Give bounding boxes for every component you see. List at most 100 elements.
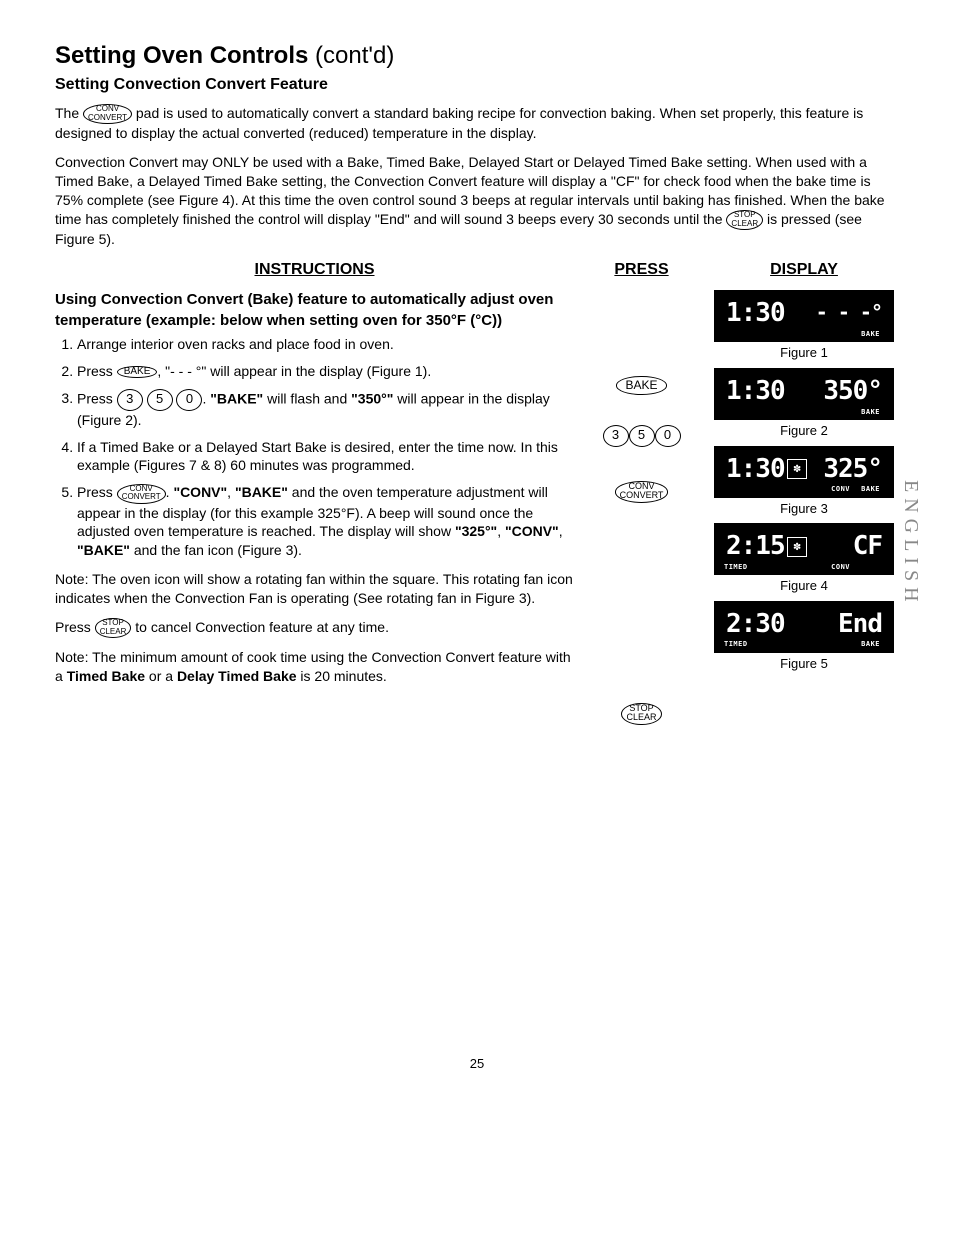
press-stop-bot: CLEAR (626, 712, 656, 722)
section-subtitle: Setting Convection Convert Feature (55, 74, 899, 96)
fig1-right: - - -° (816, 299, 882, 326)
press-digit-5-icon: 5 (629, 425, 655, 447)
fan-icon: ✽ (787, 459, 807, 479)
bake-pad-icon: BAKE (117, 366, 158, 379)
intro-paragraph: The CONVCONVERT pad is used to automatic… (55, 104, 899, 143)
fig3-caption: Figure 3 (709, 500, 899, 518)
fig4-timed-label: TIMED (724, 563, 748, 572)
fig1-caption: Figure 1 (709, 344, 899, 362)
fig1-bake-label: BAKE (861, 330, 880, 339)
step5-post2: and the fan icon (Figure 3). (130, 542, 302, 558)
fig2-right: 350° (823, 374, 882, 409)
display-figure-2: 1:30 350° BAKE (714, 368, 894, 420)
intro-pre: The (55, 105, 83, 121)
stop-clear-press-icon: STOPCLEAR (621, 703, 661, 725)
usage-paragraph: Convection Convert may ONLY be used with… (55, 153, 899, 249)
note2-post: is 20 minutes. (297, 668, 387, 684)
stop-clear-pad-icon: STOPCLEAR (726, 210, 763, 230)
conv-convert-pad-icon-2: CONVCONVERT (117, 484, 166, 504)
press-stop-group: STOPCLEAR (594, 703, 689, 725)
step-2: Press BAKE, "- - - °" will appear in the… (77, 362, 574, 381)
step-3: Press 3 5 0. "BAKE" will flash and "350°… (77, 389, 574, 430)
fig5-timed-label: TIMED (724, 640, 748, 649)
note2-mid: or a (145, 668, 177, 684)
pad-conv-bot-2: CONVERT (122, 492, 161, 501)
fig3-right: 325° (823, 452, 882, 487)
press-digit-0-icon: 0 (655, 425, 681, 447)
fig4-conv-label: CONV (831, 563, 850, 572)
press-digit-3-icon: 3 (603, 425, 629, 447)
english-side-label: ENGLISH (897, 480, 924, 608)
fig5-bake-label: BAKE (861, 640, 880, 649)
display-heading: DISPLAY (709, 259, 899, 281)
steps-list: Arrange interior oven racks and place fo… (55, 335, 574, 560)
display-figure-1: 1:30 - - -° BAKE (714, 290, 894, 342)
digit-5-icon: 5 (147, 389, 173, 411)
step3-bake: "BAKE" (210, 390, 263, 406)
step5-bake-2: "BAKE" (77, 542, 130, 558)
step5-comma2: , (497, 523, 505, 539)
step5-comma1: , (227, 484, 235, 500)
bake-pad-press-icon: BAKE (616, 376, 666, 395)
digit-3-icon: 3 (117, 389, 143, 411)
title-main: Setting Oven Controls (55, 42, 308, 69)
press-conv-bot: CONVERT (620, 490, 664, 500)
press-column: PRESS BAKE 350 CONVCONVERT STOPCLEAR (594, 259, 689, 755)
note-2: Note: The minimum amount of cook time us… (55, 648, 574, 686)
fig4-time: 2:15✽ (726, 529, 809, 564)
press-350-group: 350 (594, 425, 689, 447)
note-1: Note: The oven icon will show a rotating… (55, 570, 574, 608)
step5-conv-2: "CONV" (505, 523, 559, 539)
step-1: Arrange interior oven racks and place fo… (77, 335, 574, 354)
fig2-bake-label: BAKE (861, 408, 880, 417)
step3-350: "350°" (351, 390, 393, 406)
step3-mid2: will flash and (263, 390, 351, 406)
step5-bake: "BAKE" (235, 484, 288, 500)
intro-post: pad is used to automatically convert a s… (55, 105, 863, 141)
press-conv-group: CONVCONVERT (594, 481, 689, 503)
fig5-caption: Figure 5 (709, 655, 899, 673)
step2-post: , "- - - °" will appear in the display (… (157, 363, 431, 379)
step5-pre: Press (77, 484, 117, 500)
step5-conv: "CONV" (173, 484, 227, 500)
display-figure-4: 2:15✽ CF TIMED CONV (714, 523, 894, 575)
conv-convert-press-icon: CONVCONVERT (615, 481, 669, 503)
step-4: If a Timed Bake or a Delayed Start Bake … (77, 438, 574, 476)
press-heading: PRESS (594, 259, 689, 281)
digit-0-icon: 0 (176, 389, 202, 411)
display-figure-3: 1:30✽ 325° CONV BAKE (714, 446, 894, 498)
note2-dtb: Delay Timed Bake (177, 668, 297, 684)
display-figure-5: 2:30 End TIMED BAKE (714, 601, 894, 653)
note2-tb: Timed Bake (67, 668, 145, 684)
fig5-time: 2:30 (726, 607, 785, 642)
instructions-heading: INSTRUCTIONS (55, 259, 574, 281)
cancel-paragraph: Press STOPCLEAR to cancel Convection fea… (55, 618, 574, 638)
instructions-column: INSTRUCTIONS Using Convection Convert (B… (55, 259, 574, 755)
cancel-post: to cancel Convection feature at any time… (131, 619, 389, 635)
fig4-caption: Figure 4 (709, 577, 899, 595)
title-suffix: (cont'd) (315, 42, 394, 69)
step5-comma3: , (559, 523, 563, 539)
pad-stop-bot: CLEAR (731, 219, 758, 228)
display-column: DISPLAY 1:30 - - -° BAKE Figure 1 1:30 3… (709, 259, 899, 755)
page-title: Setting Oven Controls (cont'd) (55, 40, 899, 72)
press-bake-group: BAKE (594, 375, 689, 395)
step5-325: "325°" (455, 523, 497, 539)
conv-convert-pad-icon: CONVCONVERT (83, 104, 132, 124)
fan-icon-2: ✽ (787, 537, 807, 557)
fig3-time-text: 1:30 (726, 454, 785, 484)
fig2-caption: Figure 2 (709, 422, 899, 440)
fig3-conv-label: CONV (831, 485, 850, 494)
stop-clear-pad-icon-2: STOPCLEAR (95, 618, 132, 638)
fig3-time: 1:30✽ (726, 452, 809, 487)
fig4-right: CF (853, 529, 882, 564)
pad-conv-bot: CONVERT (88, 113, 127, 122)
fig4-time-text: 2:15 (726, 531, 785, 561)
page-number: 25 (55, 1055, 899, 1073)
fig1-time: 1:30 (726, 296, 785, 331)
pad-stop-bot-2: CLEAR (100, 627, 127, 636)
fig2-time: 1:30 (726, 374, 785, 409)
fig3-bake-label: BAKE (861, 485, 880, 494)
fig5-right: End (838, 607, 882, 642)
step-5: Press CONVCONVERT. "CONV", "BAKE" and th… (77, 483, 574, 560)
